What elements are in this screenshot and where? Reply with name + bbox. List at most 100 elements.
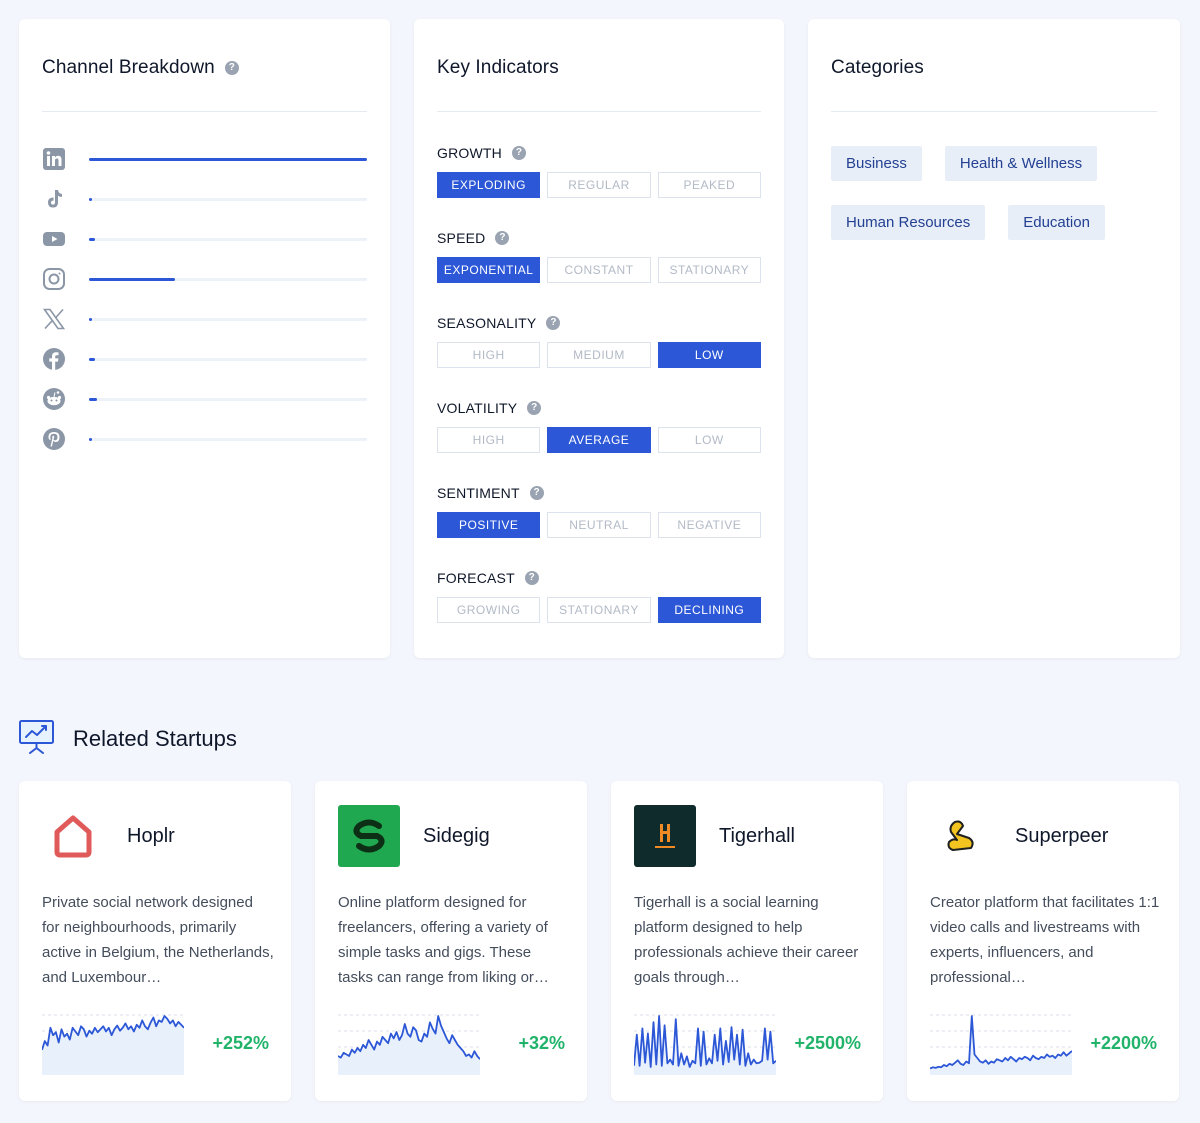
divider [437, 111, 761, 112]
youtube-icon[interactable] [41, 226, 67, 252]
category-tags: Business Health & Wellness Human Resourc… [831, 146, 1161, 240]
channel-bar-track [89, 278, 367, 281]
channel-breakdown-title-text: Channel Breakdown [42, 57, 215, 78]
indicator-option[interactable]: NEGATIVE [657, 512, 761, 538]
indicator-option[interactable]: POSITIVE [437, 512, 541, 538]
startup-growth: +252% [212, 1033, 269, 1053]
related-startups-title: Related Startups [73, 726, 237, 751]
indicator-label-text: FORECAST [437, 570, 515, 586]
facebook-icon[interactable] [41, 346, 67, 372]
key-indicators-title: Key Indicators [437, 57, 559, 78]
channel-row [41, 146, 367, 172]
indicator-option[interactable]: AVERAGE [547, 427, 651, 453]
category-tag[interactable]: Human Resources [831, 205, 986, 240]
indicator-option[interactable]: CONSTANT [547, 257, 651, 283]
channel-bar-fill [89, 358, 95, 361]
indicator-options: GROWING STATIONARY DECLINING [437, 597, 761, 623]
channel-bar-fill [89, 158, 367, 161]
indicator-label: SPEED? [437, 230, 510, 246]
indicator-label: VOLATILITY? [437, 400, 542, 416]
tiktok-icon[interactable] [41, 186, 67, 212]
channel-bar-fill [89, 438, 92, 441]
channel-bar-track [89, 198, 367, 201]
indicator-option[interactable]: NEUTRAL [547, 512, 651, 538]
indicator-option[interactable]: HIGH [437, 342, 541, 368]
channel-row [41, 386, 367, 412]
startup-card[interactable]: Superpeer Creator platform that facilita… [907, 781, 1179, 1101]
superpeer-logo [930, 805, 992, 867]
startup-card[interactable]: Sidegig Online platform designed for fre… [315, 781, 587, 1101]
startup-growth: +32% [518, 1033, 565, 1053]
indicator-option[interactable]: PEAKED [657, 172, 761, 198]
channel-bar-fill [89, 278, 176, 281]
indicator-option[interactable]: EXPONENTIAL [437, 257, 541, 283]
indicator-option[interactable]: STATIONARY [547, 597, 651, 623]
indicator-option[interactable]: GROWING [437, 597, 541, 623]
indicator-option[interactable]: EXPLODING [437, 172, 541, 198]
tigerhall-logo [634, 805, 696, 867]
help-icon[interactable]: ? [224, 61, 239, 75]
startup-name[interactable]: Superpeer [1015, 825, 1108, 848]
startup-card[interactable]: Tigerhall Tigerhall is a social learning… [611, 781, 883, 1101]
channel-row [41, 186, 367, 212]
hoplr-logo [42, 805, 104, 867]
channel-breakdown-title: Channel Breakdown ? [42, 57, 239, 79]
indicator-label-text: VOLATILITY [437, 400, 518, 416]
sparkline-area [930, 1016, 1072, 1075]
channel-row [41, 306, 367, 332]
startup-sparkline [930, 1014, 1072, 1075]
startup-description: Online platform designed for freelancers… [338, 894, 549, 986]
channel-bar-fill [89, 318, 92, 321]
instagram-icon[interactable] [41, 266, 67, 292]
help-icon[interactable]: ? [524, 571, 539, 585]
category-tag[interactable]: Health & Wellness [944, 146, 1098, 181]
indicator-option[interactable]: LOW [657, 427, 761, 453]
indicator-label: SEASONALITY? [437, 315, 561, 331]
startup-sparkline [634, 1014, 776, 1075]
startup-card[interactable]: Hoplr Private social network designed fo… [19, 781, 291, 1101]
startup-name[interactable]: Tigerhall [719, 825, 795, 848]
channel-bar-track [89, 238, 367, 241]
channel-row [41, 266, 367, 292]
reddit-icon[interactable] [41, 386, 67, 412]
channel-bar-fill [89, 398, 98, 401]
linkedin-icon[interactable] [41, 146, 67, 172]
category-tag[interactable]: Education [1008, 205, 1105, 240]
indicator-label-text: SENTIMENT [437, 485, 520, 501]
indicator-options: HIGH MEDIUM LOW [437, 342, 761, 368]
channel-bar-track [89, 158, 367, 161]
sidegig-logo [338, 805, 400, 867]
indicator-option[interactable]: DECLINING [657, 597, 761, 623]
channel-bar-track [89, 358, 367, 361]
channel-row [41, 426, 367, 452]
indicator-option[interactable]: REGULAR [547, 172, 651, 198]
indicator-options: EXPONENTIAL CONSTANT STATIONARY [437, 257, 761, 283]
indicator-options: HIGH AVERAGE LOW [437, 427, 761, 453]
categories-title: Categories [831, 57, 924, 78]
indicator-option[interactable]: LOW [657, 342, 761, 368]
related-startups-header: Related Startups [18, 718, 237, 760]
indicator-label: SENTIMENT? [437, 485, 544, 501]
category-tag[interactable]: Business [831, 146, 922, 181]
channel-bar-track [89, 398, 367, 401]
help-icon[interactable]: ? [527, 401, 542, 415]
indicator-options: POSITIVE NEUTRAL NEGATIVE [437, 512, 761, 538]
divider [831, 111, 1157, 112]
startup-name[interactable]: Hoplr [127, 825, 175, 848]
indicator-option[interactable]: HIGH [437, 427, 541, 453]
x-icon[interactable] [41, 306, 67, 332]
help-icon[interactable]: ? [529, 486, 544, 500]
help-icon[interactable]: ? [546, 316, 561, 330]
startup-description: Private social network designed for neig… [42, 894, 274, 986]
help-icon[interactable]: ? [495, 231, 510, 245]
startup-description: Creator platform that facilitates 1:1 vi… [930, 894, 1160, 986]
channel-bar-fill [89, 198, 92, 201]
pinterest-icon[interactable] [41, 426, 67, 452]
help-icon[interactable]: ? [511, 146, 526, 160]
channel-bar-track [89, 318, 367, 321]
indicator-option[interactable]: STATIONARY [657, 257, 761, 283]
startup-description: Tigerhall is a social learning platform … [634, 894, 859, 986]
startup-name[interactable]: Sidegig [423, 825, 490, 848]
indicator-option[interactable]: MEDIUM [547, 342, 651, 368]
indicator-label: FORECAST? [437, 570, 539, 586]
